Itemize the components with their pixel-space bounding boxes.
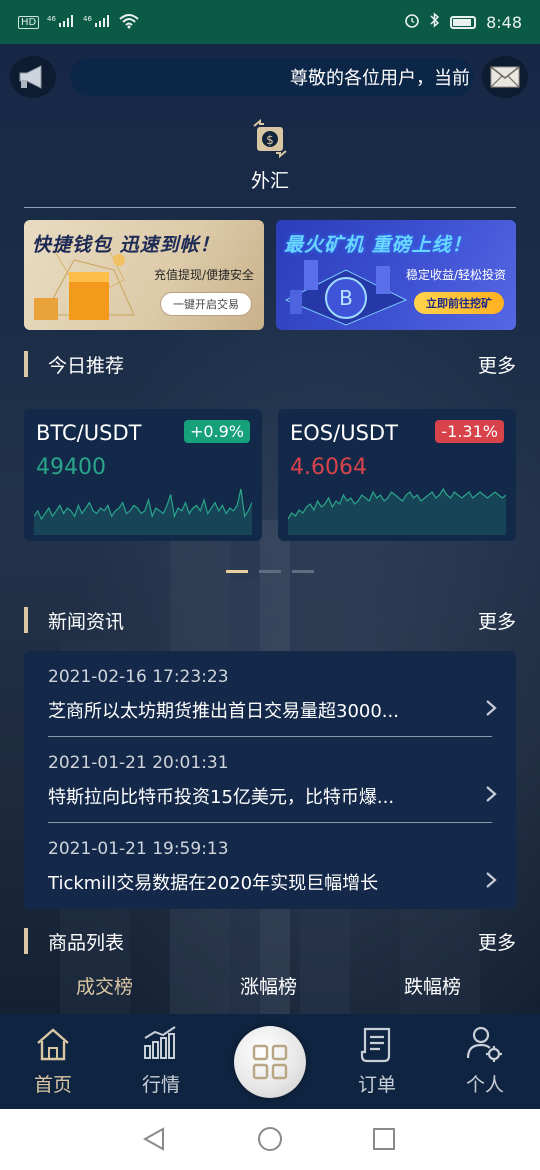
news-item[interactable]: 2021-01-21 20:01:31 特斯拉向比特币投资15亿美元，比特币爆.… — [48, 737, 497, 823]
news-date: 2021-01-21 20:01:31 — [48, 753, 229, 773]
news-item[interactable]: 2021-01-21 19:59:13 Tickmill交易数据在2020年实现… — [48, 823, 497, 909]
section-marker — [24, 928, 28, 954]
ticker-card[interactable]: EOS/USDT -1.31% 4.6064 — [278, 409, 516, 541]
ticker-pair: EOS/USDT — [290, 421, 398, 445]
news-item[interactable]: 2021-02-16 17:23:23 芝商所以太坊期货推出首日交易量超3000… — [48, 651, 497, 737]
status-bar: HD 46 46 8:48 — [0, 0, 540, 44]
ticker-card[interactable]: BTC/USDT +0.9% 49400 — [24, 409, 262, 541]
news-header: 新闻资讯 更多 — [24, 605, 516, 635]
pager-dot[interactable] — [259, 570, 281, 573]
user-settings-icon — [465, 1024, 505, 1064]
price-sparkline — [288, 487, 506, 535]
change-badge: +0.9% — [183, 420, 250, 443]
section-title: 商品列表 — [48, 932, 125, 954]
notice-text: 尊敬的各位用户，当前 — [290, 68, 470, 89]
go-mining-button[interactable]: 立即前往挖矿 — [414, 292, 504, 314]
megaphone-icon[interactable] — [10, 56, 56, 98]
market-chart-icon — [141, 1024, 181, 1064]
nav-label: 订单 — [357, 1074, 396, 1096]
hd-badge: HD — [18, 15, 40, 29]
back-icon[interactable] — [142, 1127, 164, 1151]
home-icon — [33, 1024, 73, 1064]
tab-gainers-rank[interactable]: 涨幅榜 — [240, 972, 297, 999]
nav-home[interactable]: 首页 — [8, 1024, 98, 1097]
banner-subtitle: 稳定收益/轻松投资 — [405, 268, 506, 282]
section-title: 今日推荐 — [48, 355, 125, 377]
nav-orders[interactable]: 订单 — [332, 1024, 422, 1097]
news-list: 2021-02-16 17:23:23 芝商所以太坊期货推出首日交易量超3000… — [24, 651, 516, 909]
section-marker — [24, 607, 28, 633]
banner-subtitle: 充值提现/便捷安全 — [153, 268, 254, 282]
currency-exchange-icon: $ — [250, 118, 290, 159]
bluetooth-icon — [430, 12, 440, 32]
nav-profile[interactable]: 个人 — [440, 1024, 530, 1097]
news-headline: Tickmill交易数据在2020年实现巨幅增长 — [48, 873, 379, 894]
chevron-right-icon — [486, 786, 497, 802]
ranking-tabs: 成交榜 涨幅榜 跌幅榜 — [0, 972, 540, 1002]
news-date: 2021-01-21 19:59:13 — [48, 839, 229, 859]
change-badge: -1.31% — [435, 420, 504, 443]
pager-dot[interactable] — [225, 570, 248, 573]
signal-2-label: 46 — [83, 15, 92, 23]
products-header: 商品列表 更多 — [24, 926, 516, 956]
forex-shortcut[interactable]: $ 外汇 — [0, 118, 540, 208]
banner-title: 最火矿机 重磅上线！ — [284, 234, 472, 256]
notice-marquee[interactable]: 尊敬的各位用户，当前 — [70, 58, 474, 96]
network-status: HD 46 46 — [18, 13, 139, 32]
start-trading-button[interactable]: 一键开启交易 — [160, 292, 252, 316]
nav-label: 行情 — [141, 1074, 180, 1096]
news-date: 2021-02-16 17:23:23 — [48, 667, 229, 687]
alarm-icon — [404, 12, 420, 32]
ticker-price: 4.6064 — [290, 455, 367, 480]
section-marker — [24, 351, 28, 377]
bottom-navbar: 首页 行情 订单 个人 — [0, 1014, 540, 1109]
carousel-pager — [0, 561, 540, 580]
ticker-price: 49400 — [36, 455, 106, 480]
products-more-link[interactable]: 更多 — [478, 928, 516, 955]
svg-text:$: $ — [266, 133, 274, 147]
ticker-pair: BTC/USDT — [36, 421, 142, 445]
battery-icon — [450, 15, 477, 29]
chevron-right-icon — [486, 872, 497, 888]
tab-losers-rank[interactable]: 跌幅榜 — [404, 972, 461, 999]
wallet-promo-banner[interactable]: 快捷钱包 迅速到帐！ 充值提现/便捷安全 一键开启交易 — [24, 220, 264, 330]
pager-dot[interactable] — [292, 570, 315, 573]
recents-icon[interactable] — [373, 1128, 395, 1150]
center-menu-button[interactable] — [234, 1026, 306, 1098]
divider — [24, 207, 516, 208]
news-headline: 芝商所以太坊期货推出首日交易量超3000... — [48, 701, 399, 722]
svg-text:B: B — [339, 286, 353, 310]
news-headline: 特斯拉向比特币投资15亿美元，比特币爆... — [48, 787, 395, 808]
recommend-header: 今日推荐 更多 — [24, 349, 516, 379]
chevron-right-icon — [486, 700, 497, 716]
banner-title: 快捷钱包 迅速到帐！ — [32, 234, 220, 256]
signal-icon: 46 — [83, 14, 111, 31]
section-title: 新闻资讯 — [48, 611, 125, 633]
tab-volume-rank[interactable]: 成交榜 — [76, 972, 133, 999]
grid-icon — [252, 1044, 288, 1080]
signal-1-label: 46 — [47, 15, 56, 23]
clock-time: 8:48 — [486, 12, 522, 32]
notice-row: 尊敬的各位用户，当前 — [0, 54, 540, 100]
recommend-more-link[interactable]: 更多 — [478, 351, 516, 378]
nav-label: 首页 — [33, 1074, 72, 1096]
nav-label: 个人 — [465, 1074, 504, 1096]
home-circle-icon[interactable] — [258, 1127, 282, 1151]
signal-icon: 46 — [47, 14, 75, 31]
mail-icon[interactable] — [482, 56, 528, 98]
system-navigation-bar — [0, 1109, 540, 1170]
price-sparkline — [34, 488, 252, 535]
nav-market[interactable]: 行情 — [116, 1024, 206, 1097]
order-scroll-icon — [357, 1024, 397, 1064]
wifi-icon — [119, 13, 139, 32]
mining-promo-banner[interactable]: B 最火矿机 重磅上线！ 稳定收益/轻松投资 立即前往挖矿 — [276, 220, 516, 330]
news-more-link[interactable]: 更多 — [478, 607, 516, 634]
forex-label: 外汇 — [250, 170, 289, 192]
